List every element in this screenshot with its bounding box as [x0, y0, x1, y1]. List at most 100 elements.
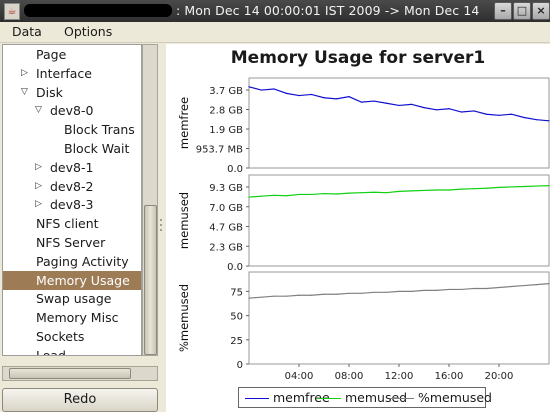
series-point-pctmemused [423, 289, 425, 291]
pane-splitter-handle[interactable] [158, 44, 164, 354]
tree-item-block-wait[interactable]: Block Wait [3, 139, 141, 158]
series-point-pctmemused [273, 295, 275, 297]
y-axis-label: %memused [177, 284, 191, 352]
menu-options[interactable]: Options [64, 24, 112, 39]
menu-data[interactable]: Data [12, 24, 42, 39]
series-point-memfree [473, 110, 475, 112]
series-point-memused [323, 192, 325, 195]
series-point-pctmemused [360, 292, 363, 294]
series-point-memused [348, 192, 350, 194]
series-point-memused [473, 188, 475, 190]
redo-button[interactable]: Redo [2, 388, 158, 412]
collapsed-arrow-icon[interactable]: ▷ [21, 64, 28, 83]
x-tick-label: 16:00 [435, 371, 464, 382]
series-point-memfree [548, 120, 550, 122]
tree-item-memory-misc[interactable]: Memory Misc [3, 308, 141, 327]
series-point-pctmemused [498, 286, 500, 289]
series-point-memused [498, 186, 500, 188]
tree-vertical-scroll-thumb[interactable] [144, 205, 157, 355]
tree-item-dev8-2[interactable]: ▷ dev8-2 [3, 177, 141, 196]
series-point-memused [248, 196, 250, 198]
y-tick-label: 50 [230, 312, 243, 323]
maximize-icon[interactable]: □ [513, 2, 531, 20]
y-tick-label: 2.8 GB [209, 106, 243, 117]
tree-item-load[interactable]: Load [3, 346, 141, 356]
tree-vertical-scrollbar[interactable] [142, 44, 158, 356]
tree-item-label: NFS Server [36, 235, 106, 250]
series-point-memused [298, 193, 300, 196]
tree-horizontal-scroll-thumb[interactable] [9, 368, 131, 379]
x-tick-label: 20:00 [485, 371, 514, 382]
series-point-memused [373, 191, 375, 193]
legend-label-pctmemused: %memused [418, 390, 492, 405]
menu-bar: Data Options [0, 22, 550, 43]
collapsed-arrow-icon[interactable]: ▷ [35, 195, 42, 214]
tree-item-memory-usage[interactable]: Memory Usage [3, 270, 141, 290]
y-axis-label: memfree [177, 97, 191, 149]
series-point-pctmemused [323, 293, 325, 295]
series-point-memfree [348, 96, 350, 98]
tree-item-disk[interactable]: ▽ Disk [3, 83, 141, 102]
series-point-pctmemused [510, 285, 513, 288]
tree-item-label: Load [36, 347, 66, 356]
series-point-pctmemused [410, 290, 413, 292]
metrics-tree[interactable]: Page ▷ Interface ▽ Disk ▽ dev8-0 Block Trans Blo… [2, 44, 142, 356]
close-icon[interactable]: × [532, 2, 550, 20]
tree-horizontal-scrollbar[interactable] [2, 366, 158, 381]
tree-item-dev8-3[interactable]: ▷ dev8-3 [3, 195, 141, 214]
series-point-memused [523, 185, 525, 188]
tree-item-label: Memory Misc [36, 310, 119, 326]
tree-item-interface[interactable]: ▷ Interface [3, 64, 141, 83]
tree-item-label: Interface [36, 65, 92, 81]
tree-item-page[interactable]: Page [3, 45, 141, 64]
x-tick-label: 04:00 [285, 371, 314, 382]
series-point-memfree [285, 92, 288, 94]
collapsed-arrow-icon[interactable]: ▷ [35, 158, 42, 177]
tree-item-paging-activity[interactable]: Paging Activity [3, 252, 141, 271]
java-cup-icon[interactable]: ☕ [4, 3, 20, 20]
tree-item-label: dev8-2 [50, 178, 94, 194]
tree-item-label: Disk [36, 84, 63, 100]
tree-item-dev8-1[interactable]: ▷ dev8-1 [3, 158, 141, 177]
series-point-memfree [273, 88, 275, 90]
series-point-memused [273, 194, 275, 196]
tree-item-label: Page [36, 47, 67, 62]
series-point-memused [360, 192, 363, 194]
minimize-icon[interactable]: – [494, 2, 512, 20]
series-point-memfree [335, 98, 338, 100]
tree-item-swap-usage[interactable]: Swap usage [3, 289, 141, 308]
y-tick-label: 0.0 [227, 262, 243, 273]
series-point-memused [285, 195, 288, 197]
series-point-memfree [510, 113, 513, 115]
y-tick-label: 9.3 GB [209, 183, 243, 194]
y-tick-label: 4.7 GB [209, 223, 243, 234]
expanded-arrow-icon[interactable]: ▽ [35, 101, 42, 120]
series-point-pctmemused [335, 293, 338, 295]
series-point-memfree [523, 116, 525, 119]
series-point-memused [548, 185, 550, 187]
series-point-memused [335, 193, 338, 195]
series-point-memused [260, 195, 263, 197]
tree-item-dev8-0[interactable]: ▽ dev8-0 [3, 101, 141, 120]
tree-item-sockets[interactable]: Sockets [3, 327, 141, 346]
series-point-memfree [485, 113, 488, 115]
window-titlebar: ☕ : Mon Dec 14 00:00:01 IST 2009 -> Mon … [0, 0, 550, 22]
tree-item-label: Block Wait [64, 141, 130, 156]
series-point-pctmemused [460, 288, 463, 291]
series-point-pctmemused [285, 295, 288, 297]
y-tick-label: 953.7 MB [196, 145, 243, 156]
series-point-pctmemused [348, 292, 350, 294]
series-point-pctmemused [523, 284, 525, 287]
memory-usage-chart: 3.7 GB 2.8 GB 1.9 GB 953.7 MB 0.0 memfree 9.3 … [177, 77, 550, 382]
collapsed-arrow-icon[interactable]: ▷ [35, 177, 42, 196]
chart-panel: Memory Usage for server1 3.7 GB 2.8 GB 1.9… [166, 44, 550, 412]
y-tick-label: 1.9 GB [209, 125, 243, 136]
tree-item-label: Block Trans [64, 122, 135, 138]
tree-item-nfs-client[interactable]: NFS client [3, 214, 141, 233]
legend-swatch-memfree [245, 398, 269, 399]
expanded-arrow-icon[interactable]: ▽ [21, 83, 28, 102]
tree-item-label: Paging Activity [36, 253, 129, 269]
y-tick-label: 7.0 GB [209, 203, 243, 214]
tree-item-nfs-server[interactable]: NFS Server [3, 233, 141, 252]
tree-item-block-trans[interactable]: Block Trans [3, 120, 141, 139]
